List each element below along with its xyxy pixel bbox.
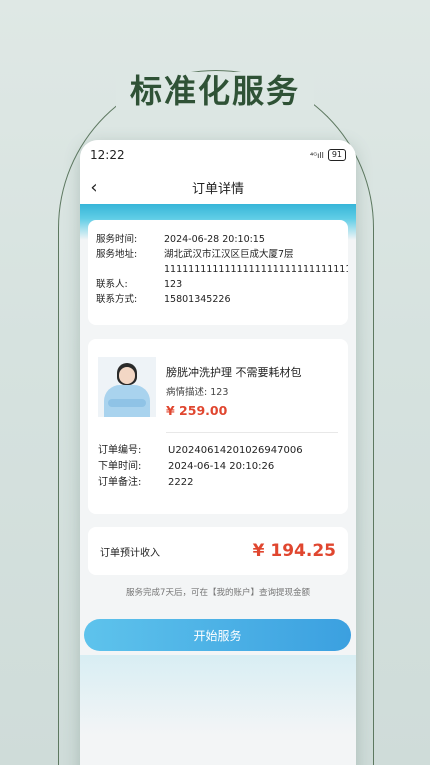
navbar: ‹ 订单详情 — [80, 170, 356, 204]
service-time-label: 服务时间: — [96, 234, 138, 245]
order-time-label: 下单时间: — [98, 461, 142, 472]
divider — [166, 432, 338, 433]
phone-value[interactable]: 15801345226 — [164, 292, 340, 307]
withdraw-hint: 服务完成7天后，可在【我的账户】查询提现金额 — [126, 588, 310, 598]
service-time-value: 2024-06-28 20:10:15 — [164, 234, 265, 245]
product-price: ¥ 259.00 — [166, 403, 228, 418]
order-card: 膀胱冲洗护理 不需要耗材包 病情描述: 123 ¥ 259.00 订单编号: U… — [88, 339, 348, 514]
order-note-value: 2222 — [168, 477, 194, 488]
status-time: 12:22 — [90, 148, 125, 162]
income-card: 订单预计收入 ¥ 194.25 — [88, 527, 348, 575]
service-time-row: 服务时间: 2024-06-28 20:10:15 — [96, 232, 340, 247]
address-line-1: 湖北武汉市江汉区巨成大厦7层 — [164, 249, 294, 260]
income-label: 订单预计收入 — [100, 547, 160, 559]
service-address-row: 服务地址: 湖北武汉市江汉区巨成大厦7层 1111111111111111111… — [96, 247, 348, 277]
contact-row: 联系人: 123 — [96, 277, 340, 292]
condition-desc-value: 123 — [210, 387, 229, 398]
phone-screen: 12:22 ⁴ᴳıll 91 ‹ 订单详情 服务时间: 2024-06-28 2… — [80, 140, 356, 765]
page-title: 订单详情 — [191, 181, 244, 197]
income-value: ¥ 194.25 — [252, 541, 336, 561]
order-meta: 订单编号: U20240614201026947006 下单时间: 2024-0… — [98, 443, 338, 491]
product-name: 膀胱冲洗护理 不需要耗材包 — [166, 366, 302, 379]
chevron-left-icon[interactable]: ‹ — [80, 170, 108, 204]
service-address-value: 湖北武汉市江汉区巨成大厦7层 1111111111111111111111111… — [164, 247, 348, 277]
order-time-row: 下单时间: 2024-06-14 20:10:26 — [98, 459, 338, 475]
order-note-row: 订单备注: 2222 — [98, 475, 338, 491]
order-note-label: 订单备注: — [98, 477, 142, 488]
order-time-value: 2024-06-14 20:10:26 — [168, 461, 275, 472]
product-row[interactable]: 膀胱冲洗护理 不需要耗材包 病情描述: 123 ¥ 259.00 — [98, 357, 338, 418]
service-info-card: 服务时间: 2024-06-28 20:10:15 服务地址: 湖北武汉市江汉区… — [88, 220, 348, 325]
order-number-label: 订单编号: — [98, 445, 142, 456]
battery-icon: 91 — [327, 149, 346, 161]
service-address-label: 服务地址: — [96, 249, 138, 260]
headline: 标准化服务 — [0, 66, 430, 112]
product-info: 膀胱冲洗护理 不需要耗材包 病情描述: 123 ¥ 259.00 — [166, 357, 302, 418]
address-line-2: 1111111111111111111111111111111 — [164, 264, 348, 275]
status-icons: ⁴ᴳıll 91 — [310, 149, 346, 161]
phone-label: 联系方式: — [96, 294, 138, 305]
nurse-photo — [98, 357, 156, 417]
contact-label: 联系人: — [96, 279, 128, 290]
order-number-value: U20240614201026947006 — [168, 445, 303, 456]
condition-desc-label: 病情描述: — [166, 387, 208, 398]
condition-desc: 病情描述: 123 — [166, 384, 302, 398]
bottom-fade — [80, 655, 356, 735]
contact-value: 123 — [164, 279, 183, 290]
status-bar: 12:22 ⁴ᴳıll 91 — [80, 140, 356, 170]
phone-row: 联系方式: 15801345226 — [96, 292, 340, 307]
start-service-button[interactable]: 开始服务 — [84, 619, 351, 651]
order-number-row: 订单编号: U20240614201026947006 — [98, 443, 338, 459]
signal-icon: ⁴ᴳıll — [310, 150, 324, 160]
